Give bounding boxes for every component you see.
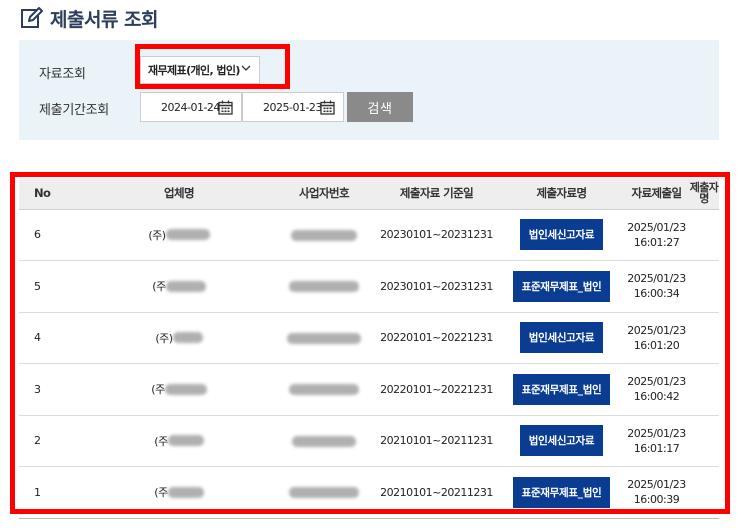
cell-no: 6: [19, 209, 84, 261]
doc-type-label: 자료조회: [39, 67, 86, 82]
cell-no: 1: [19, 466, 84, 519]
edit-icon: [21, 7, 43, 28]
company-name: (주: [154, 433, 204, 449]
redacted-mask: [291, 229, 357, 241]
date-to-value: 2025-01-23: [263, 100, 322, 114]
search-button[interactable]: 검색: [347, 92, 413, 122]
doc-link-button[interactable]: 표준재무제표_법인: [512, 373, 611, 405]
results-table: No 업체명 사업자번호 제출자료 기준일 제출자료명 자료제출일 제출자명 6…: [19, 178, 719, 519]
doc-link-button[interactable]: 법인세신고자료: [519, 425, 604, 457]
column-header-date: 자료제출일: [624, 178, 689, 210]
doc-link-button[interactable]: 법인세신고자료: [519, 219, 604, 251]
cell-date: 2025/01/23 16:01:20: [624, 312, 689, 364]
redacted-mask: [167, 435, 204, 447]
cell-date: 2025/01/23 16:01:17: [624, 415, 689, 467]
period-label: 제출기간조회: [39, 103, 109, 118]
cell-doc: 법인세신고자료: [499, 209, 624, 261]
cell-company: (주: [84, 415, 274, 467]
table-row: 6 (주) 20230101~20231231 법인세신고자료 2025/01/…: [19, 209, 719, 261]
page-header: 제출서류 조회: [20, 4, 159, 32]
column-header-bizno: 사업자번호: [274, 178, 374, 210]
redacted-mask: [165, 229, 210, 241]
cell-bizno: [274, 312, 374, 364]
cell-no: 5: [19, 260, 84, 313]
cell-company: (주: [84, 260, 274, 313]
date-to-field[interactable]: 2025-01-23: [242, 92, 344, 122]
date-from-field[interactable]: 2024-01-24: [140, 92, 242, 122]
search-panel: 자료조회 재무제표(개인, 법인) 제출기간조회 2024-01-24 2025…: [19, 40, 719, 140]
column-header-submitter: 제출자명: [689, 178, 719, 210]
cell-company: (주: [84, 363, 274, 416]
cell-company: (주): [84, 209, 274, 261]
redacted-mask: [292, 435, 356, 447]
cell-period: 20220101~20221231: [374, 312, 499, 364]
cell-no: 3: [19, 363, 84, 416]
cell-submitter: [689, 415, 719, 467]
column-header-doc: 제출자료명: [499, 178, 624, 210]
company-name: (주: [152, 278, 206, 294]
cell-no: 2: [19, 415, 84, 467]
cell-doc: 표준재무제표_법인: [499, 466, 624, 519]
cell-doc: 표준재무제표_법인: [499, 363, 624, 416]
company-name: (주: [154, 484, 204, 500]
select-highlight-box: [135, 44, 290, 89]
divider: [19, 518, 719, 519]
column-header-no: No: [19, 178, 84, 210]
table-row: 1 (주 20210101~20211231 표준재무제표_법인 2025/01…: [19, 466, 719, 519]
results-table-wrapper: No 업체명 사업자번호 제출자료 기준일 제출자료명 자료제출일 제출자명 6…: [19, 178, 719, 519]
redacted-mask: [172, 332, 203, 344]
cell-period: 20210101~20211231: [374, 466, 499, 519]
cell-company: (주: [84, 466, 274, 519]
cell-date: 2025/01/23 16:00:39: [624, 466, 689, 519]
cell-no: 4: [19, 312, 84, 364]
cell-company: (주): [84, 312, 274, 364]
cell-submitter: [689, 466, 719, 519]
cell-date: 2025/01/23 16:00:42: [624, 363, 689, 416]
company-name: (주: [151, 381, 207, 397]
cell-date: 2025/01/23 16:00:34: [624, 260, 689, 313]
doc-link-button[interactable]: 표준재무제표_법인: [512, 270, 611, 302]
cell-bizno: [274, 209, 374, 261]
cell-bizno: [274, 260, 374, 313]
page-title: 제출서류 조회: [50, 8, 159, 31]
cell-period: 20210101~20211231: [374, 415, 499, 467]
calendar-icon[interactable]: [320, 100, 335, 115]
column-header-period: 제출자료 기준일: [374, 178, 499, 210]
table-row: 5 (주 20230101~20231231 표준재무제표_법인 2025/01…: [19, 260, 719, 313]
cell-submitter: [689, 260, 719, 313]
redacted-mask: [289, 384, 359, 396]
doc-link-button[interactable]: 표준재무제표_법인: [512, 476, 611, 508]
company-name: (주): [148, 227, 210, 243]
redacted-mask: [167, 486, 204, 498]
table-row: 4 (주) 20220101~20221231 법인세신고자료 2025/01/…: [19, 312, 719, 364]
cell-period: 20220101~20221231: [374, 363, 499, 416]
cell-submitter: [689, 363, 719, 416]
cell-period: 20230101~20231231: [374, 260, 499, 313]
redacted-mask: [165, 280, 206, 292]
column-header-company: 업체명: [84, 178, 274, 210]
redacted-mask: [289, 487, 359, 499]
calendar-icon[interactable]: [218, 100, 233, 115]
redacted-mask: [289, 281, 359, 293]
cell-submitter: [689, 312, 719, 364]
cell-bizno: [274, 466, 374, 519]
table-row: 3 (주 20220101~20221231 표준재무제표_법인 2025/01…: [19, 363, 719, 416]
cell-submitter: [689, 209, 719, 261]
redacted-mask: [287, 332, 361, 344]
cell-bizno: [274, 415, 374, 467]
cell-date: 2025/01/23 16:01:27: [624, 209, 689, 261]
redacted-mask: [164, 383, 207, 395]
cell-doc: 법인세신고자료: [499, 312, 624, 364]
cell-doc: 표준재무제표_법인: [499, 260, 624, 313]
table-header-row: No 업체명 사업자번호 제출자료 기준일 제출자료명 자료제출일 제출자명: [19, 178, 719, 210]
cell-doc: 법인세신고자료: [499, 415, 624, 467]
company-name: (주): [155, 330, 203, 346]
doc-link-button[interactable]: 법인세신고자료: [519, 322, 604, 354]
cell-period: 20230101~20231231: [374, 209, 499, 261]
date-from-value: 2024-01-24: [161, 100, 220, 114]
cell-bizno: [274, 363, 374, 416]
table-row: 2 (주 20210101~20211231 법인세신고자료 2025/01/2…: [19, 415, 719, 467]
